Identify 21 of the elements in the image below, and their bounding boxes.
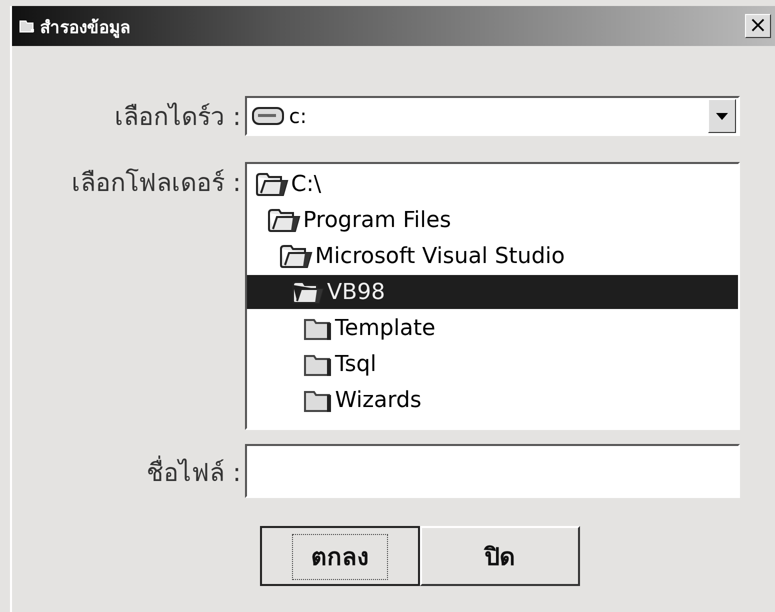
folder-item[interactable]: VB98	[247, 275, 738, 309]
folder-item[interactable]: C:\	[255, 167, 738, 201]
folder-item[interactable]: Program Files	[267, 203, 738, 237]
ok-button[interactable]: ตกลง	[260, 526, 420, 586]
window-title: สำรองข้อมูล	[40, 16, 130, 40]
folder-label: เลือกโฟลเดอร์ :	[70, 167, 242, 199]
open-folder-icon	[255, 171, 289, 197]
folder-item[interactable]: Template	[303, 311, 738, 345]
open-folder-icon	[267, 207, 301, 233]
close-button[interactable]: ×	[745, 14, 771, 38]
folder-item[interactable]: Microsoft Visual Studio	[279, 239, 738, 273]
open-folder-icon	[279, 243, 313, 269]
drive-label: เลือกไดร์ว :	[114, 101, 242, 133]
drive-icon	[251, 105, 285, 127]
folder-item[interactable]: Wizards	[303, 383, 738, 417]
close-dialog-button[interactable]: ปิด	[420, 526, 580, 586]
filename-field[interactable]	[245, 444, 740, 498]
folder-item[interactable]: Tsql	[303, 347, 738, 381]
drive-dropdown[interactable]: c:	[245, 96, 740, 136]
filename-label: ชื่อไฟล์ :	[12, 452, 245, 498]
caret-icon	[716, 112, 728, 120]
